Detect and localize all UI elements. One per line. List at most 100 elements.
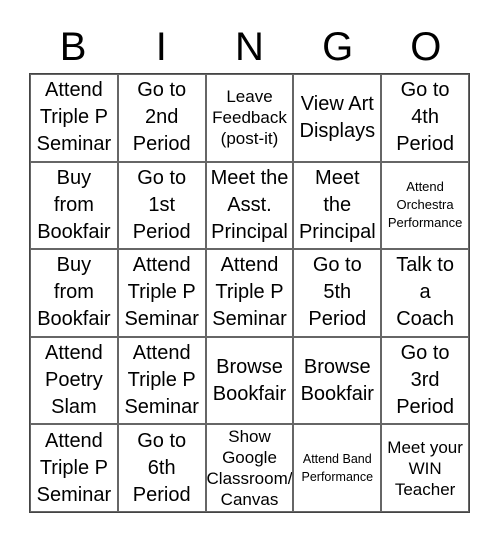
bingo-cell-r5-c1[interactable]: Attend Triple P Seminar [30, 424, 118, 512]
cell-text-line: Attend [220, 254, 279, 277]
cell-text-line: Performance [301, 470, 374, 485]
cell-text: Meet the Asst. Principal [211, 165, 289, 246]
cell-text-line: Buy [56, 166, 92, 189]
bingo-cell-r1-c1[interactable]: Attend Triple P Seminar [30, 74, 118, 162]
cell-text: Go to 1st Period [133, 165, 191, 246]
cell-text-line: Attend [132, 254, 191, 277]
cell-text-line: Principal [211, 220, 288, 243]
cell-text-line: Classroom/ [206, 469, 293, 489]
cell-text-line: 2nd [145, 106, 179, 129]
bingo-grid: Attend Triple P Seminar Go to 2nd Period Leave… [29, 73, 470, 513]
cell-text: Browse Bookfair [301, 354, 374, 408]
cell-text-line: Browse [303, 355, 371, 378]
cell-text: Attend Triple P Seminar [124, 252, 198, 333]
header-letter-o: O [410, 25, 442, 69]
bingo-cell-r2-c4[interactable]: Meet the Principal [293, 161, 382, 250]
cell-text-line: Attend [44, 79, 103, 102]
bingo-cell-r2-c1[interactable]: Buy from Bookfair [30, 161, 118, 250]
cell-text-line: Poetry [44, 369, 103, 392]
bingo-cell-r2-c5[interactable]: Attend Orchestra Performance [381, 161, 469, 250]
bingo-cell-r5-c3[interactable]: Show Google Classroom/Canvas [205, 424, 294, 512]
cell-text-line: Bookfair [300, 382, 374, 405]
bingo-cell-r4-c3[interactable]: Browse Bookfair [205, 336, 294, 425]
cell-text: Buy from Bookfair [37, 165, 110, 246]
bingo-cell-r1-c4[interactable]: View Art Displays [293, 74, 382, 162]
cell-text-line: (post-it) [220, 129, 279, 149]
bingo-cell-r2-c2[interactable]: Go to 1st Period [117, 161, 206, 250]
cell-text-line: Attend [44, 429, 103, 452]
bingo-cell-r1-c3[interactable]: Leave Feedback (post-it) [205, 74, 294, 162]
cell-text-line: from [53, 281, 94, 304]
cell-text-line: Triple P [127, 369, 196, 392]
bingo-cell-r3-c5[interactable]: Talk to a Coach [381, 249, 469, 337]
bingo-cell-r4-c4[interactable]: Browse Bookfair [293, 336, 382, 425]
cell-text-line: Period [396, 396, 454, 419]
cell-text-line: Triple P [127, 281, 196, 304]
cell-text: Go to 2nd Period [133, 77, 191, 158]
cell-text-line: Go to [137, 166, 187, 189]
cell-text-line: Seminar [124, 396, 199, 419]
cell-text-line: Slam [51, 396, 97, 419]
cell-text-line: Performance [387, 215, 463, 231]
bingo-cell-r3-c3[interactable]: Attend Triple P Seminar [205, 249, 294, 337]
cell-text-line: Go to [137, 79, 187, 102]
cell-text-line: Show [228, 427, 271, 447]
header-letter-g: G [322, 25, 354, 69]
cell-text-line: a [419, 281, 431, 304]
cell-text-line: Orchestra [396, 197, 454, 213]
cell-text: Go to 5th Period [308, 252, 366, 333]
cell-text: Show Google Classroom/Canvas [207, 426, 293, 510]
bingo-cell-r3-c1[interactable]: Buy from Bookfair [30, 249, 118, 337]
cell-text-line: Browse [216, 355, 283, 378]
cell-text-line: Coach [396, 308, 454, 331]
cell-text-line: Teacher [394, 479, 456, 499]
cell-text-line: Attend [406, 179, 444, 195]
bingo-cell-r3-c2[interactable]: Attend Triple P Seminar [117, 249, 206, 337]
cell-text: Meet the Principal [299, 165, 376, 246]
bingo-cell-r2-c3[interactable]: Meet the Asst. Principal [205, 161, 294, 250]
header-letter-n: N [235, 25, 264, 69]
bingo-cell-r5-c2[interactable]: Go to 6th Period [117, 424, 206, 512]
cell-text-line: Seminar [36, 133, 112, 156]
cell-text-line: 4th [411, 106, 439, 129]
bingo-cell-r3-c4[interactable]: Go to 5th Period [293, 249, 382, 337]
cell-text: Attend Triple P Seminar [37, 77, 111, 158]
cell-text-line: Go to [312, 254, 362, 277]
cell-text-line: Seminar [124, 308, 199, 331]
cell-text-line: Bookfair [37, 308, 111, 331]
cell-text: Meet your WIN Teacher [387, 437, 463, 500]
cell-text: Buy from Bookfair [37, 252, 110, 333]
cell-text-line: View Art [300, 92, 374, 115]
cell-text-line: Meet your [387, 437, 463, 457]
cell-text-line: Displays [299, 119, 376, 142]
cell-text-line: Go to [400, 79, 450, 102]
cell-text-line: Period [308, 308, 367, 331]
cell-text-line: Meet [315, 166, 360, 189]
bingo-cell-r4-c2[interactable]: Attend Triple P Seminar [117, 336, 206, 425]
cell-text: Leave Feedback (post-it) [212, 86, 287, 149]
bingo-header: B I N G O [29, 22, 470, 72]
cell-text-line: 3rd [410, 369, 440, 392]
cell-text-line: Seminar [212, 308, 287, 331]
bingo-cell-r5-c5[interactable]: Meet your WIN Teacher [381, 424, 469, 512]
bingo-cell-r4-c1[interactable]: Attend Poetry Slam [30, 336, 118, 425]
cell-text-line: WIN [408, 458, 442, 478]
cell-text: Attend Triple P Seminar [124, 340, 198, 421]
bingo-cell-r5-c4[interactable]: Attend Band Performance [293, 424, 382, 512]
bingo-cell-r1-c5[interactable]: Go to 4th Period [381, 74, 469, 162]
cell-text-line: Go to [400, 342, 450, 365]
cell-text-line: Attend [132, 342, 191, 365]
cell-text-line: 1st [148, 193, 176, 216]
cell-text-line: Talk to [396, 254, 454, 277]
cell-text: Attend Poetry Slam [45, 340, 103, 421]
cell-text-line: Attend [44, 342, 103, 365]
cell-text-line: Go to [137, 429, 187, 452]
cell-text-line: Period [396, 133, 454, 156]
bingo-cell-r4-c5[interactable]: Go to 3rd Period [381, 336, 469, 425]
bingo-cell-r1-c2[interactable]: Go to 2nd Period [117, 74, 206, 162]
cell-text: Talk to a Coach [396, 252, 454, 333]
cell-text-line: 5th [323, 281, 352, 304]
cell-text: Attend Triple P Seminar [37, 428, 111, 509]
header-letter-b: B [59, 25, 87, 69]
cell-text: Go to 6th Period [133, 428, 191, 509]
